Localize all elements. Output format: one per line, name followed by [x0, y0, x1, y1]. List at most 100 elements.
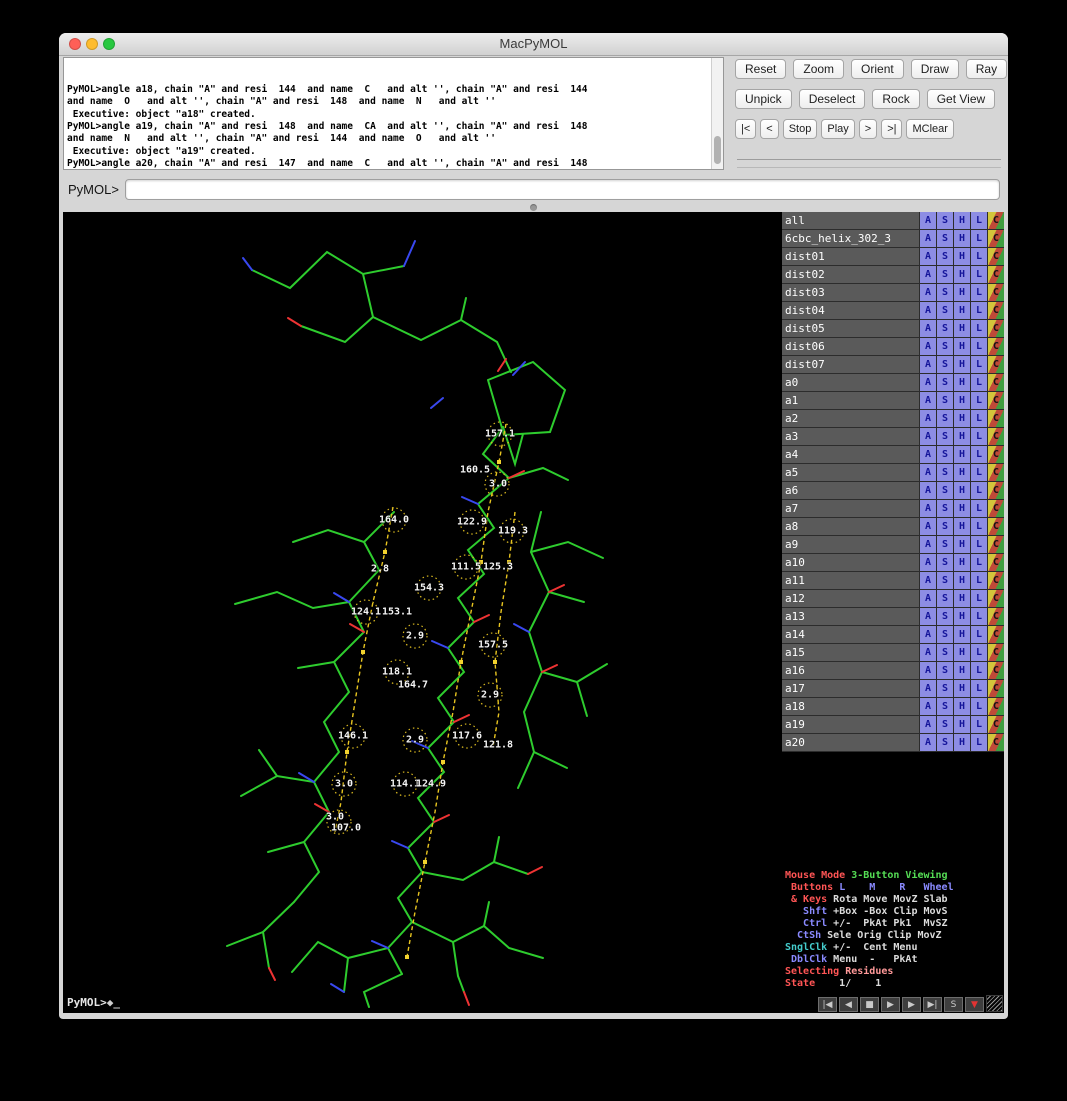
object-a-button[interactable]: A — [919, 428, 936, 445]
transport-play-button[interactable]: ▶ — [881, 997, 900, 1012]
object-s-button[interactable]: S — [936, 212, 953, 229]
toolbar-button-[interactable]: < — [760, 119, 778, 139]
object-h-button[interactable]: H — [953, 248, 970, 265]
object-a-button[interactable]: A — [919, 284, 936, 301]
object-c-button[interactable]: C — [987, 572, 1004, 589]
object-a-button[interactable]: A — [919, 338, 936, 355]
object-a-button[interactable]: A — [919, 518, 936, 535]
toolbar-button-ray[interactable]: Ray — [966, 59, 1007, 79]
object-a-button[interactable]: A — [919, 698, 936, 715]
object-c-button[interactable]: C — [987, 626, 1004, 643]
object-c-button[interactable]: C — [987, 230, 1004, 247]
object-name[interactable]: a20 — [782, 734, 919, 751]
object-h-button[interactable]: H — [953, 518, 970, 535]
toolbar-button-mclear[interactable]: MClear — [906, 119, 953, 139]
object-h-button[interactable]: H — [953, 500, 970, 517]
object-l-button[interactable]: L — [970, 356, 987, 373]
object-a-button[interactable]: A — [919, 554, 936, 571]
object-name[interactable]: dist06 — [782, 338, 919, 355]
object-l-button[interactable]: L — [970, 608, 987, 625]
toolbar-button-get-view[interactable]: Get View — [927, 89, 995, 109]
object-h-button[interactable]: H — [953, 716, 970, 733]
object-c-button[interactable]: C — [987, 374, 1004, 391]
object-a-button[interactable]: A — [919, 410, 936, 427]
object-a-button[interactable]: A — [919, 266, 936, 283]
object-l-button[interactable]: L — [970, 500, 987, 517]
object-a-button[interactable]: A — [919, 716, 936, 733]
object-c-button[interactable]: C — [987, 590, 1004, 607]
object-name[interactable]: a17 — [782, 680, 919, 697]
object-a-button[interactable]: A — [919, 644, 936, 661]
object-s-button[interactable]: S — [936, 626, 953, 643]
object-l-button[interactable]: L — [970, 410, 987, 427]
object-h-button[interactable]: H — [953, 356, 970, 373]
object-l-button[interactable]: L — [970, 644, 987, 661]
object-name[interactable]: a18 — [782, 698, 919, 715]
object-name[interactable]: dist03 — [782, 284, 919, 301]
object-s-button[interactable]: S — [936, 644, 953, 661]
object-name[interactable]: dist01 — [782, 248, 919, 265]
object-name[interactable]: a14 — [782, 626, 919, 643]
object-l-button[interactable]: L — [970, 662, 987, 679]
object-s-button[interactable]: S — [936, 590, 953, 607]
object-l-button[interactable]: L — [970, 266, 987, 283]
object-a-button[interactable]: A — [919, 356, 936, 373]
object-c-button[interactable]: C — [987, 464, 1004, 481]
object-c-button[interactable]: C — [987, 338, 1004, 355]
object-h-button[interactable]: H — [953, 392, 970, 409]
transport-next-button[interactable]: ▶ — [902, 997, 921, 1012]
object-h-button[interactable]: H — [953, 608, 970, 625]
console-scrollbar[interactable] — [711, 58, 723, 169]
object-h-button[interactable]: H — [953, 212, 970, 229]
object-h-button[interactable]: H — [953, 626, 970, 643]
object-s-button[interactable]: S — [936, 608, 953, 625]
object-c-button[interactable]: C — [987, 428, 1004, 445]
object-c-button[interactable]: C — [987, 734, 1004, 751]
toolbar-button-reset[interactable]: Reset — [735, 59, 786, 79]
object-a-button[interactable]: A — [919, 536, 936, 553]
object-s-button[interactable]: S — [936, 572, 953, 589]
object-s-button[interactable]: S — [936, 230, 953, 247]
object-l-button[interactable]: L — [970, 392, 987, 409]
object-s-button[interactable]: S — [936, 320, 953, 337]
object-name[interactable]: a6 — [782, 482, 919, 499]
object-s-button[interactable]: S — [936, 374, 953, 391]
object-s-button[interactable]: S — [936, 284, 953, 301]
object-name[interactable]: a0 — [782, 374, 919, 391]
object-a-button[interactable]: A — [919, 608, 936, 625]
object-l-button[interactable]: L — [970, 482, 987, 499]
object-h-button[interactable]: H — [953, 482, 970, 499]
object-c-button[interactable]: C — [987, 482, 1004, 499]
object-c-button[interactable]: C — [987, 212, 1004, 229]
object-s-button[interactable]: S — [936, 428, 953, 445]
object-h-button[interactable]: H — [953, 374, 970, 391]
object-h-button[interactable]: H — [953, 662, 970, 679]
object-a-button[interactable]: A — [919, 734, 936, 751]
object-s-button[interactable]: S — [936, 446, 953, 463]
pymol-command-input[interactable] — [125, 179, 1000, 200]
object-h-button[interactable]: H — [953, 410, 970, 427]
object-h-button[interactable]: H — [953, 698, 970, 715]
titlebar[interactable]: MacPyMOL — [59, 33, 1008, 56]
object-l-button[interactable]: L — [970, 428, 987, 445]
object-a-button[interactable]: A — [919, 230, 936, 247]
object-name[interactable]: dist05 — [782, 320, 919, 337]
toolbar-button-play[interactable]: Play — [821, 119, 854, 139]
object-c-button[interactable]: C — [987, 644, 1004, 661]
object-name[interactable]: a15 — [782, 644, 919, 661]
object-l-button[interactable]: L — [970, 464, 987, 481]
object-h-button[interactable]: H — [953, 734, 970, 751]
object-h-button[interactable]: H — [953, 572, 970, 589]
object-c-button[interactable]: C — [987, 446, 1004, 463]
object-l-button[interactable]: L — [970, 374, 987, 391]
transport-menu-button[interactable]: ▼ — [965, 997, 984, 1012]
toolbar-button-stop[interactable]: Stop — [783, 119, 818, 139]
object-c-button[interactable]: C — [987, 284, 1004, 301]
object-h-button[interactable]: H — [953, 464, 970, 481]
object-a-button[interactable]: A — [919, 374, 936, 391]
object-s-button[interactable]: S — [936, 680, 953, 697]
object-c-button[interactable]: C — [987, 716, 1004, 733]
object-h-button[interactable]: H — [953, 266, 970, 283]
object-c-button[interactable]: C — [987, 608, 1004, 625]
object-l-button[interactable]: L — [970, 248, 987, 265]
